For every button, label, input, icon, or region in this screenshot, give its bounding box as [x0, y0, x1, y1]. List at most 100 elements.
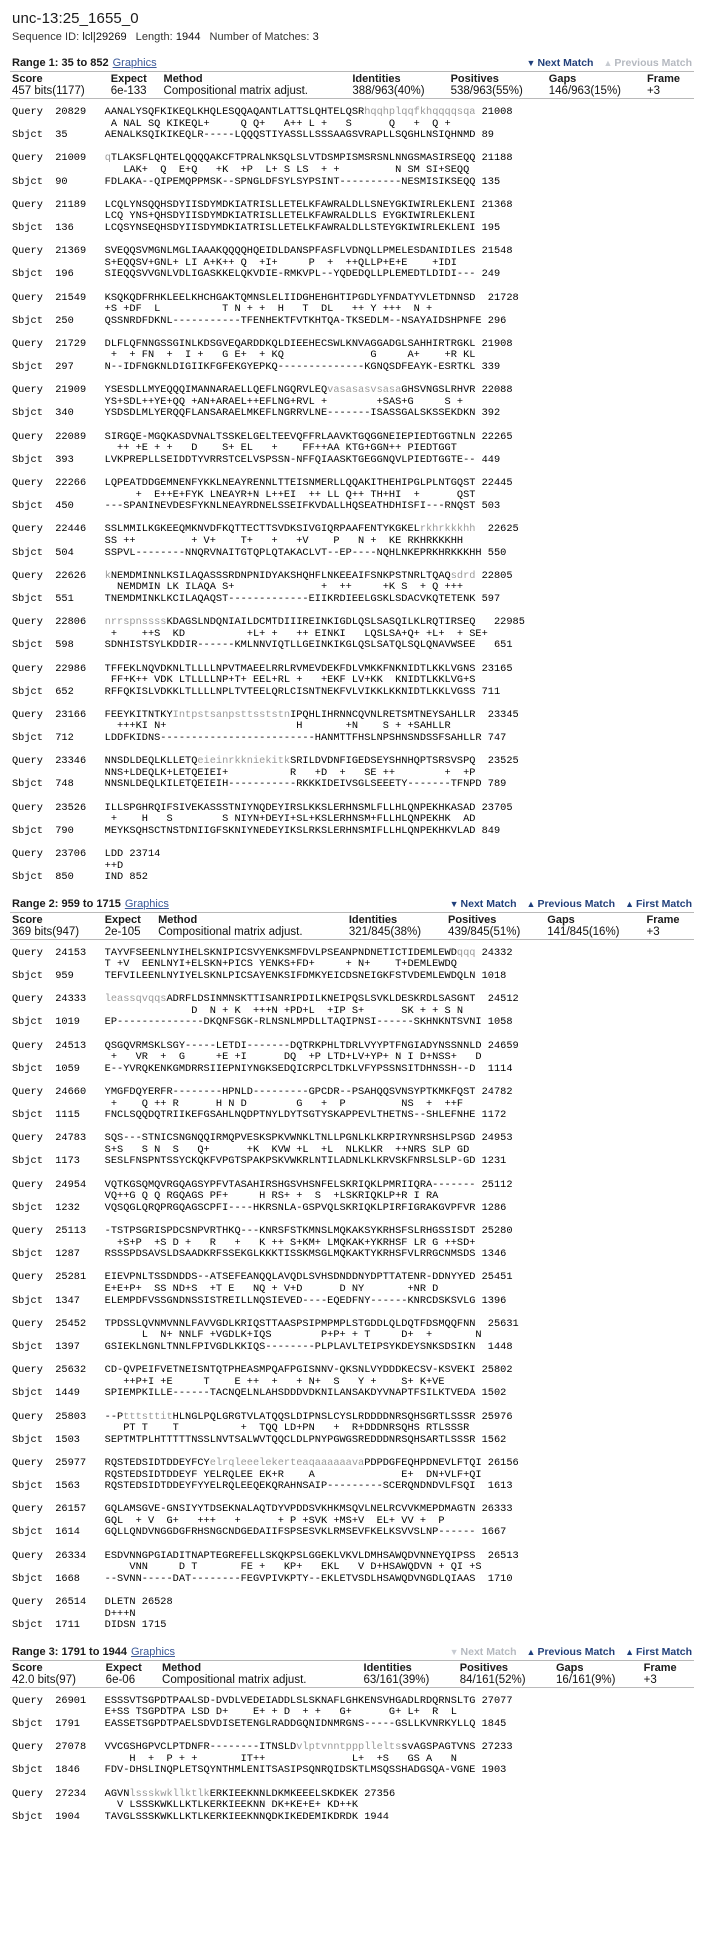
masked-region: Intpstsanpsttsststn — [172, 708, 291, 721]
sequence-id-label: Sequence ID: — [12, 31, 80, 43]
stats-value-row: 369 bits(947) 2e-105 Compositional matrix … — [10, 926, 694, 940]
alignment-segment: Query 21369 SVEQQSVMGNLMGLIAAAKQQQQHQEID… — [12, 246, 694, 281]
graphics-link[interactable]: Graphics — [113, 57, 157, 69]
subject-line: Sbjct 340 YSDSDLMLYERQQFLANSARAELMKEFLNG… — [12, 407, 501, 420]
subject-line: Sbjct 504 SSPVL--------NNQRVNAITGTQPLQTA… — [12, 546, 507, 559]
alignment-segment: Query 23166 FEEYKITNTKYIntpstsanpsttssts… — [12, 708, 694, 745]
alignment-stats-table: Score Expect Method Identities Positives Gaps… — [10, 911, 694, 940]
subject-line: Sbjct 1449 SPIEMPKILLE------TACNQELNLAHS… — [12, 1387, 507, 1400]
alignment-range-block: Range 1: 35 to 852 Graphics ▼ Next Match ▲ Pr… — [10, 57, 694, 884]
subject-line: Sbjct 393 LVKPREPLLSEIDDTYVRRSTCELVSPSSN… — [12, 453, 501, 466]
subject-line: Sbjct 598 SDNHISTSYLKDDIR------KMLNNVIQT… — [12, 639, 513, 652]
stats-value-identities: 388/963(40%) — [352, 85, 425, 97]
stats-header-frame: Frame — [646, 73, 680, 85]
alignment-segment: Query 22806 nrrspnssssKDAGSLNDQNIAILDCMT… — [12, 616, 694, 652]
stats-value-row: 42.0 bits(97) 6e-06 Compositional matrix a… — [10, 1674, 694, 1688]
range-header: Range 2: 959 to 1715 Graphics ▼ Next Match ▲… — [10, 898, 694, 912]
stats-header-gaps: Gaps — [547, 913, 575, 926]
subject-line: Sbjct 1397 GSIEKLNGNLTNNLFPIVGDLKKIQS---… — [12, 1340, 513, 1353]
subject-line: Sbjct 551 TNEMDMINKLKCILAQAQST----------… — [12, 592, 501, 605]
subject-line: Sbjct 1287 RSSSPDSAVSLDSAADKRFSSEKGLKKKT… — [12, 1248, 507, 1261]
alignment-segment: Query 24333 leassqvqqsADRFLDSINMNSKTTISA… — [12, 993, 694, 1029]
stats-header-score: Score — [12, 73, 43, 85]
stats-value-positives: 439/845(51%) — [448, 925, 521, 938]
query-line: Query 20829 AANALYSQFKIKEQLKHQLESQQAQANT… — [12, 106, 513, 118]
alignment-segment: Query 24153 TAYVFSEENLNYIHELSKNIPICSVYEN… — [12, 946, 694, 983]
range-nav-links: ▼ Next Match ▲ Previous Match ▲ First Match — [450, 1646, 692, 1658]
subject-line: Sbjct 1563 RQSTEDSIDTDDEYFYYELRQLEEQEKQR… — [12, 1480, 513, 1493]
stats-value-frame: +3 — [646, 85, 661, 97]
query-line: Query 24333 leassqvqqsADRFLDSINMNSKTTISA… — [12, 993, 519, 1006]
alignment-text: Query 24153 TAYVFSEENLNYIHELSKNIPICSVYEN… — [12, 946, 694, 1632]
stats-value-positives: 538/963(55%) — [450, 85, 523, 97]
stats-value-score: 369 bits(947) — [12, 925, 80, 938]
triangle-up-icon: ▲ — [526, 1646, 536, 1657]
triangle-up-icon: ▲ — [603, 58, 613, 68]
alignment-segment: Query 22446 SSLMMILKGKEEQMKNVDFKQTTECTTS… — [12, 524, 694, 559]
masked-region: hqqhplqqfkhqqqqsqa — [364, 106, 476, 118]
alignment-segment: Query 22626 kNEMDMINNLKSILAQASSSRDNPNIDY… — [12, 570, 694, 606]
length-label: Length: — [135, 31, 173, 43]
alignment-segment: Query 25977 RQSTEDSIDTDDEYFCYelrqleeelek… — [12, 1457, 694, 1493]
midline: LAK+ Q E+Q +K +P L+ S LS + + N SM SI+SEQ… — [12, 163, 470, 176]
alignment-segment: Query 24783 SQS---STNICSNGNQQIRMQPVESKSP… — [12, 1133, 694, 1168]
alignment-segment: Query 21909 YSESDLLMYEQQQIMANNARAELLQEFL… — [12, 384, 694, 420]
subject-line: Sbjct 196 SIEQQSVVGNLVDLIGASKKELQKVDIE-R… — [12, 268, 501, 281]
matches-segment: Number of Matches: 3 — [210, 31, 319, 43]
graphics-link[interactable]: Graphics — [131, 1646, 175, 1658]
graphics-link[interactable]: Graphics — [125, 898, 169, 910]
alignment-segment: Query 27078 VVCGSHGPVCLPTDNFR--------ITN… — [12, 1741, 694, 1777]
matches-label: Number of Matches: — [209, 31, 310, 43]
subject-line: Sbjct 1019 EP--------------DKQNFSGK-RLNS… — [12, 1016, 513, 1029]
query-line: Query 22806 nrrspnssssKDAGSLNDQNIAILDCMT… — [12, 616, 525, 629]
subject-line: Sbjct 652 RFFQKISLVDKKLTLLLLNPLTVTEELQRL… — [12, 685, 501, 698]
stats-header-method: Method — [163, 73, 203, 85]
subject-line: Sbjct 450 ---SPANINEVDESFYKNLNEAYRDNELSS… — [12, 500, 501, 513]
range-nav-links: ▼ Next Match ▲ Previous Match — [527, 57, 692, 69]
stats-header-positives: Positives — [459, 1661, 509, 1674]
stats-header-positives: Positives — [450, 73, 499, 85]
stats-value-method: Compositional matrix adjust. — [162, 1673, 307, 1686]
stats-header-identities: Identities — [348, 913, 398, 926]
stats-value-expect: 2e-105 — [104, 925, 141, 938]
alignment-segment: Query 26334 ESDVNNGPGIADITNAPTEGREFELLSK… — [12, 1550, 694, 1586]
alignment-segment: Query 22089 SIRGQE-MGQKASDVNALTSSKELGELT… — [12, 431, 694, 467]
range-header: Range 1: 35 to 852 Graphics ▼ Next Match ▲ Pr… — [10, 57, 694, 71]
masked-region: qqq — [456, 946, 476, 959]
alignment-segment: Query 21189 LCQLYNSQQHSDYIISDYMDKIATRISL… — [12, 199, 694, 235]
range-nav-links: ▼ Next Match ▲ Previous Match ▲ First Match — [450, 898, 692, 910]
alignment-segment: Query 22266 LQPEATDDGEMNENFYKKLNEAYRENNL… — [12, 477, 694, 513]
sequence-id-segment: Sequence ID: lcl|29269 — [12, 31, 127, 43]
next-match-link[interactable]: ▼ Next Match — [450, 898, 517, 910]
first-match-link[interactable]: ▲ First Match — [625, 1646, 692, 1658]
stats-value-expect: 6e-06 — [105, 1673, 136, 1686]
first-match-link[interactable]: ▲ First Match — [625, 898, 692, 910]
next-match-link[interactable]: ▼ Next Match — [527, 57, 594, 69]
subject-line: Sbjct 1115 FNCLSQQDQTRIIKEFGSAHLNQDPTNYL… — [12, 1109, 507, 1122]
alignment-segment: Query 25281 EIEVPNLTSSDNDDS--ATSEFEANQQL… — [12, 1272, 694, 1307]
query-line: Query 25113 -TSTPSGRISPDCSNPVRTHKQ---KNR… — [12, 1225, 513, 1238]
subject-line: Sbjct 1791 EASSETSGPDTPAELSDVDISETENGLRA… — [12, 1718, 507, 1730]
stats-header-gaps: Gaps — [555, 1661, 584, 1674]
alignment-text: Query 20829 AANALYSQFKIKEQLKHQLESQQAQANT… — [12, 106, 694, 884]
alignment-stats-table: Score Expect Method Identities Positives Gaps… — [10, 71, 694, 99]
page-title: unc-13:25_1655_0 — [12, 10, 139, 27]
alignment-segment: Query 21549 KSQKQDFRHKLEELKHCHGAKTQMNSLE… — [12, 292, 694, 328]
triangle-up-bar-icon: ▲ — [625, 1646, 634, 1657]
alignment-segment: Query 21729 DLFLQFNNGSSGINLKDSGVEQARDDKQ… — [12, 338, 694, 374]
subject-line: Sbjct 136 LCQSYNSEQHSDYIISDYMDKIATRISLLE… — [12, 221, 501, 234]
stats-value-identities: 321/845(38%) — [348, 925, 422, 938]
stats-header-score: Score — [12, 1661, 43, 1674]
previous-match-link[interactable]: ▲ Previous Match — [527, 898, 616, 910]
subject-line: Sbjct 35 AENALKSQIKIKEQLR-----LQQQSTIYAS… — [12, 129, 494, 142]
subject-line: Sbjct 748 NNSNLDEQLKILETQEIEIH----------… — [12, 778, 507, 791]
subject-line: Sbjct 1503 SEPTMTPLHTTTTTNSSLNVTSALWVTQQ… — [12, 1433, 507, 1446]
midline: PT T T + TQQ LD+PN + R+DDDNRSQHS RTLSSSR — [12, 1422, 470, 1435]
alignment-segment: Query 26901 ESSSVTSGPDTPAALSD-DVDLVEDEIA… — [12, 1695, 694, 1731]
stats-value-score: 42.0 bits(97) — [12, 1673, 76, 1686]
subject-line: Sbjct 1711 DIDSN 1715 — [12, 1619, 167, 1632]
stats-value-row: 457 bits(1177) 6e-133 Compositional matrix… — [10, 85, 694, 99]
previous-match-link[interactable]: ▲ Previous Match — [527, 1646, 616, 1658]
sequence-meta: Sequence ID: lcl|29269 Length: 1944 Number… — [12, 31, 694, 43]
alignment-stats-table: Score Expect Method Identities Positives Gaps… — [10, 1659, 694, 1688]
